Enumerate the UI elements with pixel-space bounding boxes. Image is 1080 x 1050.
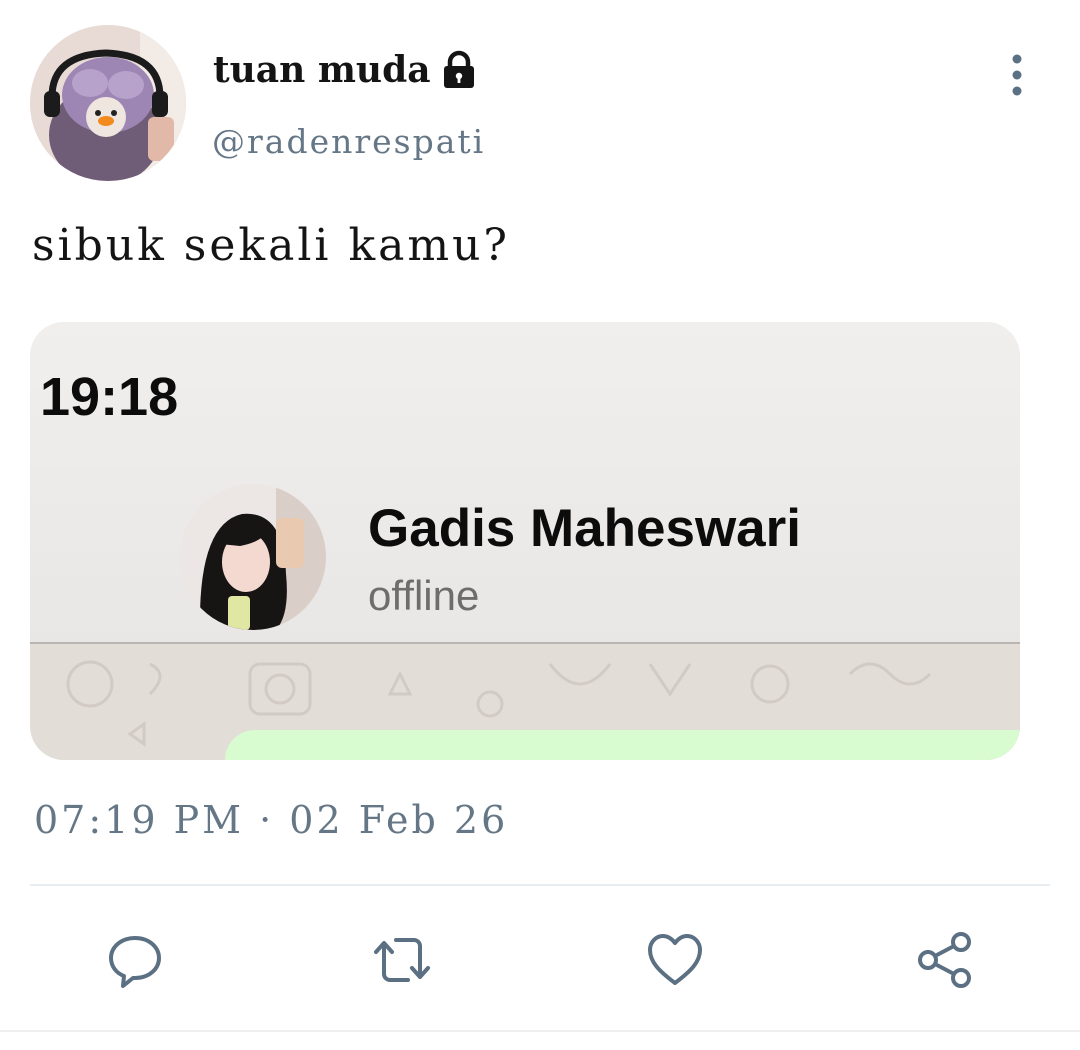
lock-icon: [439, 50, 479, 90]
chat-bubble: [225, 730, 1020, 760]
tweet-text: sibuk sekali kamu?: [32, 220, 510, 271]
author-avatar-image: [30, 25, 186, 181]
author-avatar[interactable]: [30, 25, 186, 181]
tweet-timestamp[interactable]: 07:19 PM · 02 Feb 26: [34, 798, 508, 842]
media-time: 19:18: [40, 367, 179, 427]
bottom-divider: [0, 1030, 1080, 1032]
contact-avatar: [180, 484, 326, 630]
retweet-button[interactable]: [372, 930, 432, 990]
contact-status: offline: [368, 572, 480, 619]
divider: [30, 884, 1050, 886]
share-button[interactable]: [915, 930, 975, 990]
media-chat-header: 19:18 Gadis Maheswari offline: [30, 322, 1020, 642]
share-icon: [918, 932, 971, 988]
like-icon: [648, 934, 702, 985]
more-vertical-icon: [1012, 54, 1022, 96]
retweet-icon: [374, 938, 430, 982]
reply-icon: [109, 936, 161, 988]
contact-name: Gadis Maheswari: [368, 499, 802, 558]
more-options-button[interactable]: [995, 50, 1039, 100]
like-button[interactable]: [645, 930, 705, 990]
tweet-media[interactable]: 19:18 Gadis Maheswari offline: [30, 322, 1020, 760]
author-handle[interactable]: @radenrespati: [212, 122, 485, 161]
author-display-name[interactable]: tuan muda: [213, 49, 431, 91]
reply-button[interactable]: [105, 930, 165, 990]
author-name-row[interactable]: tuan muda: [213, 44, 479, 96]
